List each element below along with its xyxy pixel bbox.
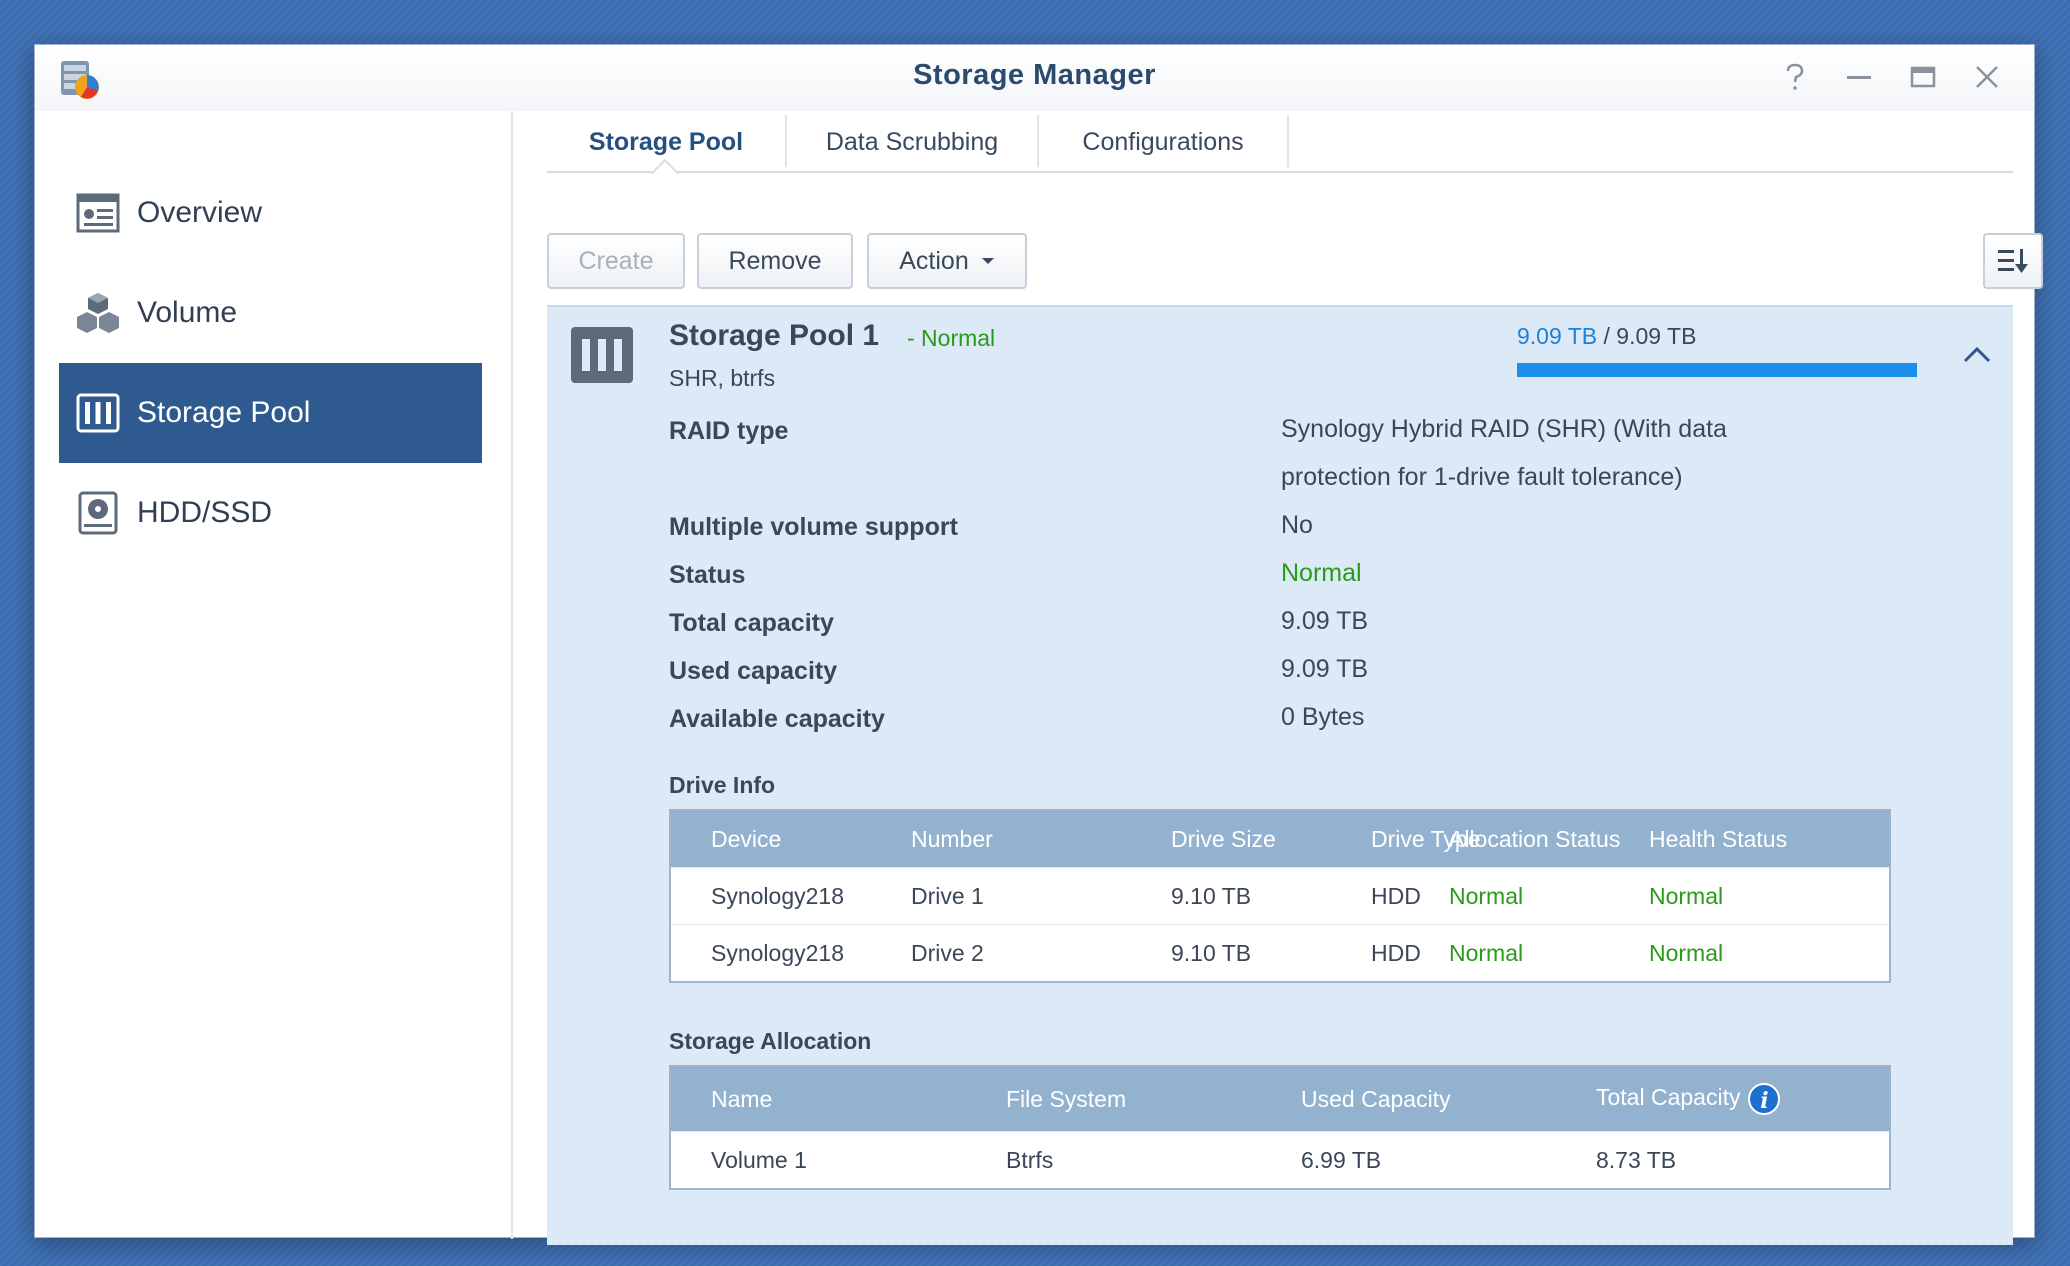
pool-capacity-text: 9.09 TB / 9.09 TB: [1517, 323, 1696, 350]
column-header: Drive Size: [1171, 825, 1276, 852]
sidebar: Overview Volume Storage Pool HDD/SSD: [35, 111, 513, 1239]
prop-label-total-capacity: Total capacity: [669, 609, 834, 637]
cell-total-capacity: 8.73 TB: [1596, 1146, 1677, 1173]
drive-info-title: Drive Info: [669, 772, 776, 798]
window-title: Storage Manager: [913, 59, 1156, 91]
cell-name: Volume 1: [711, 1146, 807, 1173]
tab-divider: [1287, 115, 1289, 167]
storage-pool-detail-panel: Storage Pool 1 - Normal SHR, btrfs 9.09 …: [547, 305, 2013, 1245]
drive-info-table: Device Number Drive Size Drive Type Allo…: [669, 809, 1891, 983]
tab-bar: Storage Pool Data Scrubbing Configuratio…: [547, 111, 2013, 188]
remove-button[interactable]: Remove: [697, 233, 853, 289]
prop-value-multiple-volume: No: [1281, 511, 1313, 539]
pool-total-capacity: / 9.09 TB: [1603, 323, 1697, 349]
cell-drive-type: HDD: [1371, 882, 1421, 909]
column-header: Health Status: [1649, 825, 1788, 852]
cell-used-capacity: 6.99 TB: [1301, 1146, 1382, 1173]
cell-device: Synology218: [711, 882, 844, 909]
sidebar-item-volume[interactable]: Volume: [59, 263, 482, 363]
prop-label-available-capacity: Available capacity: [669, 705, 885, 733]
pool-status: - Normal: [907, 325, 996, 351]
cell-device: Synology218: [711, 939, 844, 966]
column-header: Used Capacity: [1301, 1085, 1451, 1112]
main-content: Storage Pool Data Scrubbing Configuratio…: [547, 111, 2043, 1245]
table-row[interactable]: Volume 1 Btrfs 6.99 TB 8.73 TB: [671, 1131, 1889, 1188]
column-header: File System: [1006, 1085, 1127, 1112]
action-label: Action: [899, 246, 969, 275]
create-button[interactable]: Create: [547, 233, 685, 289]
tab-configurations[interactable]: Configurations: [1039, 111, 1287, 173]
sidebar-item-label: Overview: [137, 196, 263, 229]
cell-health-status: Normal: [1649, 939, 1724, 966]
table-row[interactable]: Synology218 Drive 1 9.10 TB HDD Normal N…: [671, 867, 1889, 924]
minimize-icon[interactable]: [1841, 59, 1877, 95]
column-header: Allocation Status: [1449, 825, 1621, 852]
column-header: Number: [911, 825, 993, 852]
prop-value-available-capacity: 0 Bytes: [1281, 703, 1365, 731]
storage-pool-icon: [571, 327, 633, 383]
title-bar[interactable]: Storage Manager: [35, 45, 2034, 111]
storage-pool-icon: [74, 389, 122, 437]
column-header: Total Capacity: [1596, 1084, 1741, 1111]
pool-name: Storage Pool 1: [669, 319, 880, 352]
overview-icon: [74, 189, 122, 237]
sort-button[interactable]: [1983, 233, 2043, 289]
prop-label-multiple-volume: Multiple volume support: [669, 513, 958, 541]
column-header: Name: [711, 1085, 773, 1112]
capacity-bar-fill: [1517, 363, 1917, 377]
caret-down-icon: [981, 258, 994, 264]
cell-allocation-status: Normal: [1449, 939, 1524, 966]
prop-label-used-capacity: Used capacity: [669, 657, 838, 685]
table-header: Name File System Used Capacity Total Cap…: [671, 1067, 1889, 1131]
sidebar-item-label: HDD/SSD: [137, 496, 273, 529]
collapse-chevron-up-icon[interactable]: [1959, 337, 1995, 373]
cell-health-status: Normal: [1649, 882, 1724, 909]
cell-number: Drive 1: [911, 882, 984, 909]
column-header: Drive Type: [1371, 825, 1481, 852]
volume-cubes-icon: [74, 289, 122, 337]
sidebar-item-storage-pool[interactable]: Storage Pool: [59, 363, 482, 463]
prop-label-raid-type: RAID type: [669, 417, 789, 445]
sidebar-item-hdd-ssd[interactable]: HDD/SSD: [59, 463, 482, 563]
prop-label-status: Status: [669, 561, 746, 589]
pool-used-capacity: 9.09 TB: [1517, 323, 1598, 349]
sidebar-item-label: Storage Pool: [137, 396, 311, 429]
storage-allocation-title: Storage Allocation: [669, 1028, 872, 1054]
sidebar-item-label: Volume: [137, 296, 238, 329]
maximize-icon[interactable]: [1905, 59, 1941, 95]
cell-drive-type: HDD: [1371, 939, 1421, 966]
cell-file-system: Btrfs: [1006, 1146, 1054, 1173]
prop-value-raid-type: Synology Hybrid RAID (SHR) (With data pr…: [1281, 415, 1727, 491]
sidebar-item-overview[interactable]: Overview: [59, 163, 482, 263]
prop-value-total-capacity: 9.09 TB: [1281, 607, 1369, 635]
prop-value-used-capacity: 9.09 TB: [1281, 655, 1369, 683]
capacity-bar: [1517, 363, 1917, 377]
storage-allocation-table: Name File System Used Capacity Total Cap…: [669, 1065, 1891, 1190]
column-header: Device: [711, 825, 782, 852]
storage-manager-window: Storage Manager Overview Volume Storage …: [34, 44, 2043, 1245]
prop-value-status: Normal: [1281, 559, 1362, 587]
help-icon[interactable]: [1777, 59, 1813, 95]
info-icon[interactable]: i: [1748, 1083, 1781, 1115]
pool-raid-filesystem: SHR, btrfs: [669, 365, 776, 391]
cell-drive-size: 9.10 TB: [1171, 939, 1252, 966]
hdd-icon: [74, 489, 122, 537]
tab-data-scrubbing[interactable]: Data Scrubbing: [787, 111, 1037, 173]
cell-drive-size: 9.10 TB: [1171, 882, 1252, 909]
action-dropdown-button[interactable]: Action: [867, 233, 1027, 289]
table-row[interactable]: Synology218 Drive 2 9.10 TB HDD Normal N…: [671, 924, 1889, 981]
table-header: Device Number Drive Size Drive Type Allo…: [671, 811, 1889, 867]
close-icon[interactable]: [1969, 59, 2005, 95]
column-header-total-capacity: Total Capacity i: [1556, 1083, 1886, 1115]
sort-descending-icon: [1998, 249, 2028, 273]
cell-number: Drive 2: [911, 939, 984, 966]
cell-allocation-status: Normal: [1449, 882, 1524, 909]
